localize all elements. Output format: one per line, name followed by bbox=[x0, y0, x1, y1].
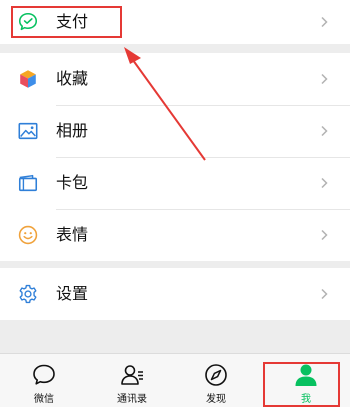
favorites-cube-icon bbox=[20, 70, 36, 88]
album-picture-icon bbox=[18, 122, 38, 140]
highlight-box-payment bbox=[11, 6, 122, 38]
card-wallet-icon bbox=[18, 174, 38, 192]
menu-item-favorites[interactable]: 收藏 bbox=[0, 53, 350, 105]
chevron-right-icon bbox=[321, 73, 328, 85]
stickers-label: 表情 bbox=[56, 225, 89, 244]
bottom-tab-bar: 微信 通讯录 发现 我 bbox=[0, 353, 350, 407]
settings-label: 设置 bbox=[56, 284, 89, 303]
compass-icon bbox=[205, 364, 227, 386]
menu-item-cards[interactable]: 卡包 bbox=[0, 157, 350, 209]
tab-contacts[interactable]: 通讯录 bbox=[88, 354, 176, 407]
chevron-right-icon bbox=[321, 229, 328, 241]
features-group: 收藏 相册 卡包 表情 bbox=[0, 53, 350, 261]
highlight-box-me-tab bbox=[263, 362, 340, 407]
menu-item-stickers[interactable]: 表情 bbox=[0, 209, 350, 261]
album-label: 相册 bbox=[56, 121, 89, 140]
menu-item-album[interactable]: 相册 bbox=[0, 105, 350, 157]
menu-item-settings[interactable]: 设置 bbox=[0, 268, 350, 320]
gear-icon bbox=[19, 284, 37, 304]
tab-chats-label: 微信 bbox=[34, 394, 54, 405]
tab-contacts-label: 通讯录 bbox=[117, 394, 147, 405]
chat-bubble-icon bbox=[33, 364, 55, 385]
chevron-right-icon bbox=[321, 288, 328, 300]
contacts-person-icon bbox=[121, 365, 143, 385]
favorites-label: 收藏 bbox=[56, 69, 89, 88]
settings-group: 设置 bbox=[0, 268, 350, 320]
tab-discover-label: 发现 bbox=[206, 394, 226, 405]
chevron-right-icon bbox=[321, 177, 328, 189]
smiley-face-icon bbox=[18, 225, 38, 245]
tab-discover[interactable]: 发现 bbox=[172, 354, 260, 407]
cards-label: 卡包 bbox=[56, 173, 89, 192]
chevron-right-icon bbox=[321, 16, 328, 28]
tab-chats[interactable]: 微信 bbox=[0, 354, 88, 407]
chevron-right-icon bbox=[321, 125, 328, 137]
